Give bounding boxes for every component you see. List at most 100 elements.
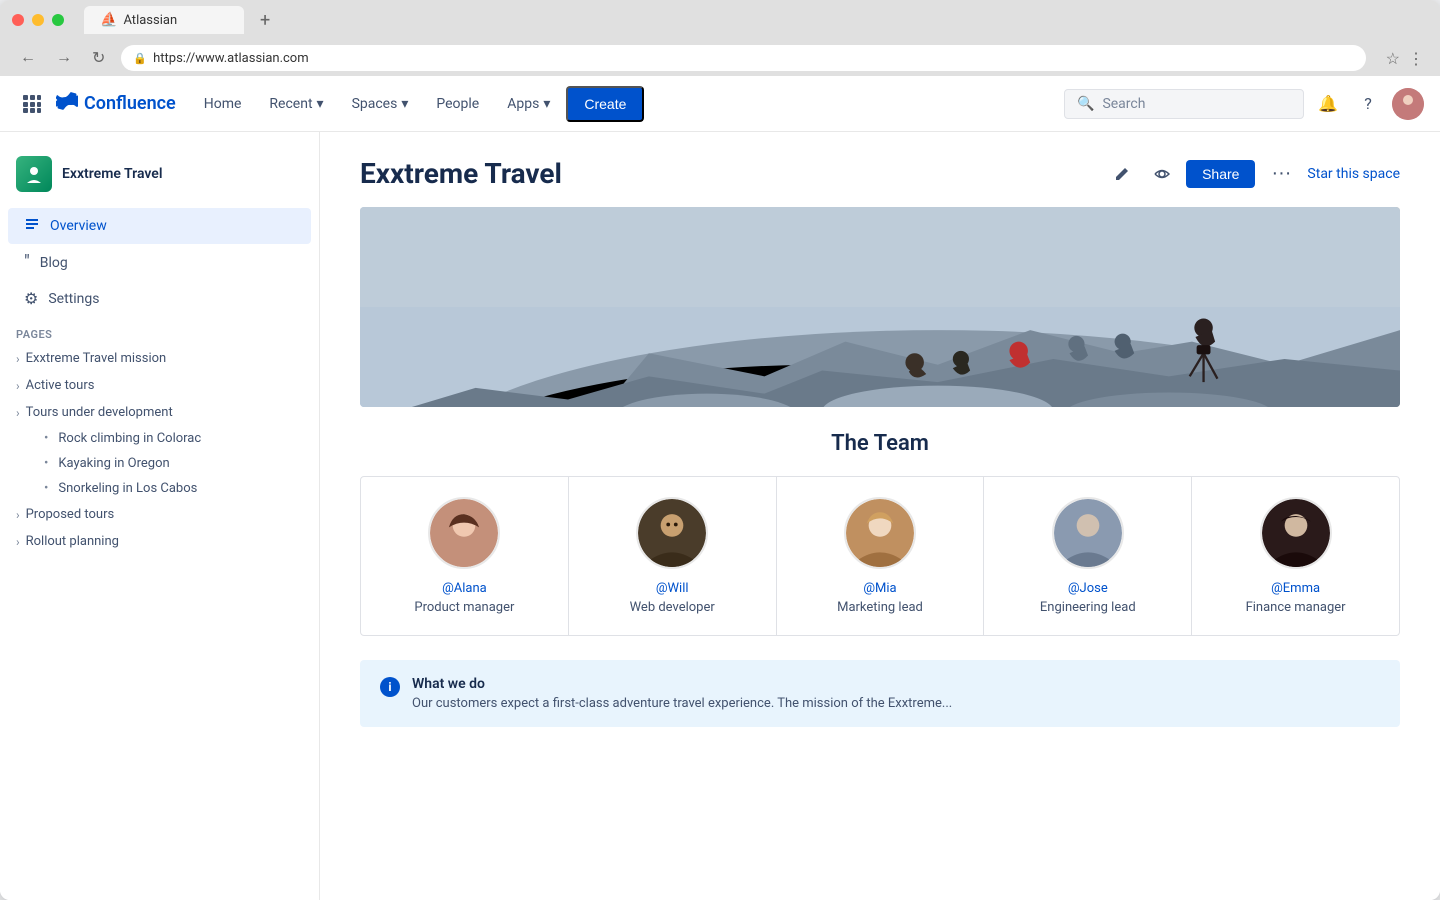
bookmark-icon[interactable]: ☆ <box>1386 49 1400 68</box>
chevron-right-icon: › <box>16 508 20 522</box>
page-title: Exxtreme Travel <box>360 157 1094 190</box>
avatar-emma <box>1260 497 1332 569</box>
team-section-title: The Team <box>360 431 1400 456</box>
blog-icon: " <box>24 252 30 273</box>
edit-button[interactable] <box>1106 158 1138 190</box>
avatar-jose <box>1052 497 1124 569</box>
avatar-alana <box>428 497 500 569</box>
chevron-down-icon: ▾ <box>401 96 408 112</box>
team-member-mia: @Mia Marketing lead <box>777 477 985 635</box>
refresh-button[interactable]: ↻ <box>88 44 109 72</box>
browser-extra-actions: ☆ ⋮ <box>1386 49 1424 68</box>
notifications-button[interactable]: 🔔 <box>1312 88 1344 120</box>
sidebar-blog-label: Blog <box>40 255 68 271</box>
chevron-down-icon: ▾ <box>543 96 550 112</box>
browser-tab[interactable]: ⛵ Atlassian <box>84 6 244 34</box>
confluence-logo-icon <box>56 90 78 117</box>
member-handle-jose: @Jose <box>1000 581 1175 596</box>
chevron-right-icon: › <box>16 379 20 393</box>
sidebar-page-proposed[interactable]: › Proposed tours <box>0 501 319 528</box>
share-button[interactable]: Share <box>1186 160 1255 188</box>
main-layout: Exxtreme Travel Overview " Blog <box>0 132 1440 900</box>
pages-section-title: PAGES <box>0 316 319 345</box>
browser-titlebar: ⛵ Atlassian + <box>0 0 1440 40</box>
browser-window: ⛵ Atlassian + ← → ↻ 🔒 https://www.atlass… <box>0 0 1440 900</box>
apps-grid-icon[interactable] <box>16 88 48 120</box>
team-member-emma: @Emma Finance manager <box>1192 477 1399 635</box>
sidebar-nav-overview[interactable]: Overview <box>8 208 311 244</box>
minimize-dot[interactable] <box>32 14 44 26</box>
search-icon: 🔍 <box>1077 96 1094 112</box>
nav-apps[interactable]: Apps ▾ <box>495 88 562 120</box>
lock-icon: 🔒 <box>133 52 147 65</box>
page-header: Exxtreme Travel <box>320 132 1440 207</box>
settings-icon: ⚙ <box>24 289 38 308</box>
star-space-button[interactable]: Star this space <box>1307 166 1400 182</box>
new-tab-button[interactable]: + <box>260 10 270 31</box>
chevron-down-icon: ▾ <box>317 96 324 112</box>
confluence-logo-text: Confluence <box>84 93 176 114</box>
team-member-jose: @Jose Engineering lead <box>984 477 1192 635</box>
content-area: Exxtreme Travel <box>320 132 1440 900</box>
nav-recent[interactable]: Recent ▾ <box>257 88 335 120</box>
tab-favicon: ⛵ <box>100 12 117 28</box>
header-actions: Share ··· Star this space <box>1106 156 1400 191</box>
top-navigation: Confluence Home Recent ▾ Spaces ▾ People <box>0 76 1440 132</box>
space-icon <box>16 156 52 192</box>
nav-items: Home Recent ▾ Spaces ▾ People Apps ▾ Cre… <box>192 86 1064 122</box>
sidebar-settings-label: Settings <box>48 291 99 307</box>
watch-button[interactable] <box>1146 158 1178 190</box>
sidebar-nav-blog[interactable]: " Blog <box>8 244 311 281</box>
member-role-alana: Product manager <box>377 600 552 615</box>
chevron-right-icon: › <box>16 352 20 366</box>
member-handle-alana: @Alana <box>377 581 552 596</box>
info-text: Our customers expect a first-class adven… <box>412 696 952 711</box>
address-bar[interactable]: 🔒 https://www.atlassian.com <box>121 45 1365 71</box>
nav-home[interactable]: Home <box>192 88 254 120</box>
member-role-emma: Finance manager <box>1208 600 1383 615</box>
sidebar-sub-kayaking[interactable]: Kayaking in Oregon <box>0 451 319 476</box>
sidebar: Exxtreme Travel Overview " Blog <box>0 132 320 900</box>
info-title: What we do <box>412 676 952 692</box>
forward-button[interactable]: → <box>52 45 76 71</box>
sidebar-space-header: Exxtreme Travel <box>0 148 319 208</box>
info-box: i What we do Our customers expect a firs… <box>360 660 1400 727</box>
member-role-jose: Engineering lead <box>1000 600 1175 615</box>
user-avatar[interactable] <box>1392 88 1424 120</box>
sidebar-page-tours-dev[interactable]: › Tours under development <box>0 399 319 426</box>
nav-spaces[interactable]: Spaces ▾ <box>340 88 421 120</box>
chevron-right-icon: › <box>16 535 20 549</box>
member-role-mia: Marketing lead <box>793 600 968 615</box>
sidebar-page-rollout[interactable]: › Rollout planning <box>0 528 319 555</box>
sidebar-sub-rock-climbing[interactable]: Rock climbing in Colorac <box>0 426 319 451</box>
browser-menu-icon[interactable]: ⋮ <box>1408 49 1424 68</box>
member-handle-mia: @Mia <box>793 581 968 596</box>
sidebar-page-active-tours[interactable]: › Active tours <box>0 372 319 399</box>
sidebar-nav-settings[interactable]: ⚙ Settings <box>8 281 311 316</box>
help-button[interactable]: ? <box>1352 88 1384 120</box>
confluence-logo[interactable]: Confluence <box>56 90 176 117</box>
avatar-will <box>636 497 708 569</box>
overview-icon <box>24 216 40 236</box>
member-handle-emma: @Emma <box>1208 581 1383 596</box>
space-name: Exxtreme Travel <box>62 166 162 182</box>
search-box[interactable]: 🔍 Search <box>1064 89 1304 119</box>
nav-right: 🔍 Search 🔔 ? <box>1064 88 1424 120</box>
member-handle-will: @Will <box>585 581 760 596</box>
chevron-down-icon: › <box>16 406 20 420</box>
back-button[interactable]: ← <box>16 45 40 71</box>
avatar-mia <box>844 497 916 569</box>
create-button[interactable]: Create <box>566 86 644 122</box>
app-body: Confluence Home Recent ▾ Spaces ▾ People <box>0 76 1440 900</box>
browser-addressbar: ← → ↻ 🔒 https://www.atlassian.com ☆ ⋮ <box>0 40 1440 76</box>
sidebar-sub-snorkeling[interactable]: Snorkeling in Los Cabos <box>0 476 319 501</box>
sidebar-page-mission[interactable]: › Exxtreme Travel mission <box>0 345 319 372</box>
more-actions-button[interactable]: ··· <box>1263 156 1299 191</box>
maximize-dot[interactable] <box>52 14 64 26</box>
nav-people[interactable]: People <box>424 88 491 120</box>
close-dot[interactable] <box>12 14 24 26</box>
member-role-will: Web developer <box>585 600 760 615</box>
info-icon: i <box>380 677 400 697</box>
team-member-will: @Will Web developer <box>569 477 777 635</box>
sidebar-overview-label: Overview <box>50 218 107 234</box>
